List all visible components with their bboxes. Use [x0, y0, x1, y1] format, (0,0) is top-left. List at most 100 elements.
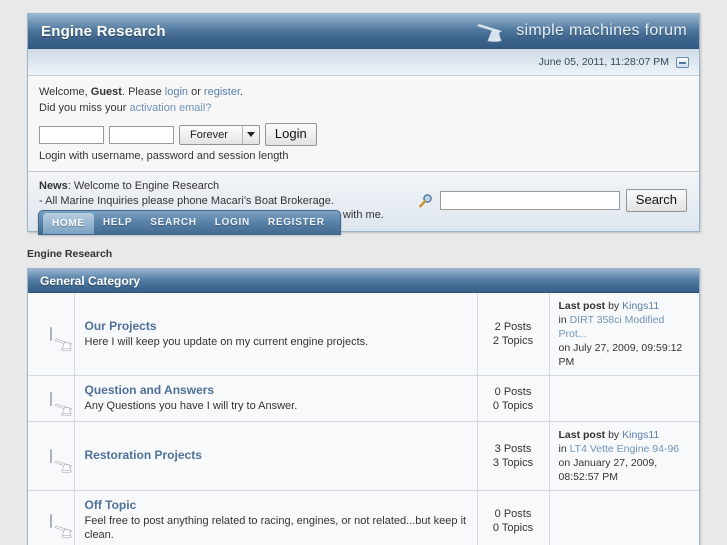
welcome-mid: . Please [121, 86, 165, 98]
board-icon[interactable] [49, 449, 73, 474]
register-link[interactable]: register [204, 86, 240, 98]
board-icon-cell [28, 375, 75, 422]
board-icon-cell [28, 421, 75, 491]
chevron-down-icon [241, 125, 259, 144]
login-form: Forever Login [39, 123, 688, 146]
table-row[interactable]: Question and Answers Any Questions you h… [28, 375, 699, 422]
nav-item-login[interactable]: LOGIN [206, 211, 259, 234]
title-bar: Engine Research simple machines forum [28, 14, 699, 49]
lastpost-by: by [605, 300, 623, 312]
lastpost-line-3: on January 27, 2009, 08:52:57 PM [558, 457, 658, 483]
lastpost-label: Last post [558, 429, 606, 441]
news-headline-text: : Welcome to Engine Research [67, 180, 220, 192]
lastpost-user-link[interactable]: Kings11 [622, 429, 659, 441]
board-stats-cell: 0 Posts 0 Topics [476, 490, 550, 545]
board-stats-cell: 2 Posts 2 Topics [476, 293, 550, 376]
login-hint: Login with username, password and sessio… [39, 150, 289, 162]
smf-logo-icon [475, 20, 509, 42]
board-icon-cell [28, 490, 75, 545]
board-info-cell: Off Topic Feel free to post anything rel… [74, 490, 477, 545]
board-name-link[interactable]: Restoration Projects [85, 448, 467, 462]
search-button[interactable]: Search [625, 189, 687, 213]
board-name-link[interactable]: Question and Answers [85, 383, 467, 397]
lastpost-by: by [605, 429, 623, 441]
login-button[interactable]: Login [264, 123, 317, 146]
nav-bar: HOME HELP SEARCH LOGIN REGISTER [38, 210, 341, 235]
board-lastpost-cell: Last post by Kings11 in DIRT 358ci Modif… [549, 293, 699, 376]
board-posts-count: 2 Posts [494, 321, 532, 333]
activation-email-link[interactable]: activation email? [129, 102, 211, 114]
board-topics-count: 3 Topics [492, 457, 534, 469]
page-root: Engine Research simple machines forum Ju… [0, 0, 727, 545]
login-panel: Welcome, Guest. Please login or register… [28, 76, 699, 172]
nav-item-search[interactable]: SEARCH [141, 211, 205, 234]
lastpost-line-1: Last post by Kings11 [559, 428, 692, 442]
lastpost-user-link[interactable]: Kings11 [622, 300, 659, 312]
board-description: Feel free to post anything related to ra… [84, 515, 467, 541]
collapse-icon[interactable] [676, 56, 689, 68]
board-lastpost-cell: Last post by Kings11 in LT4 Vette Engine… [549, 421, 699, 491]
board-posts-count: 3 Posts [494, 443, 532, 455]
welcome-prefix: Welcome, [39, 86, 91, 98]
lastpost-line-3: on July 27, 2009, 09:59:12 PM [558, 342, 683, 368]
nav-item-register[interactable]: REGISTER [259, 211, 334, 234]
category-title: General Category [40, 273, 141, 288]
magnifier-icon [418, 193, 434, 209]
table-row[interactable]: Restoration Projects 3 Posts 3 Topics La… [28, 421, 699, 491]
board-stats-cell: 0 Posts 0 Topics [476, 375, 550, 422]
lastpost-line-2: in DIRT 358ci Modified Prot... [559, 313, 692, 341]
login-link[interactable]: login [165, 86, 188, 98]
board-topics-count: 0 Topics [492, 521, 534, 534]
table-row[interactable]: Off Topic Feel free to post anything rel… [28, 490, 699, 545]
nav-item-help[interactable]: HELP [94, 211, 141, 234]
date-bar: June 05, 2011, 11:28:07 PM [28, 49, 699, 76]
lastpost-in: in [558, 314, 570, 326]
page-title: Engine Research [41, 22, 166, 40]
board-lastpost-cell [549, 490, 699, 545]
board-info-cell: Our Projects Here I will keep you update… [74, 293, 477, 376]
current-date: June 05, 2011, 11:28:07 PM [538, 56, 669, 68]
board-lastpost-cell [549, 375, 699, 422]
nav-item-home[interactable]: HOME [43, 213, 94, 234]
board-info-cell: Question and Answers Any Questions you h… [74, 375, 477, 422]
smf-logo-text: simple machines forum [516, 22, 687, 39]
search-area: Search [418, 189, 687, 213]
welcome-line: Welcome, Guest. Please login or register… [39, 84, 688, 100]
board-info-cell: Restoration Projects [74, 421, 477, 491]
period-text: . [240, 86, 244, 98]
lastpost-in: in [558, 443, 570, 455]
board-icon[interactable] [49, 391, 73, 416]
main-nav: HOME HELP SEARCH LOGIN REGISTER [38, 210, 341, 235]
board-stats-cell: 3 Posts 3 Topics [476, 421, 550, 491]
lastpost-label: Last post [558, 300, 606, 312]
or-text: or [188, 86, 204, 98]
board-topics-count: 0 Topics [492, 399, 534, 412]
category-header: General Category [28, 269, 699, 293]
lastpost-line-1: Last post by Kings11 [559, 299, 692, 313]
board-icon[interactable] [49, 327, 73, 352]
board-posts-count: 0 Posts [494, 385, 532, 398]
activation-line: Did you miss your activation email? [39, 100, 688, 116]
session-length-value: Forever [190, 128, 228, 141]
news-headline: News: Welcome to Engine Research [39, 179, 384, 194]
guest-name: Guest [90, 86, 122, 98]
board-icon-cell [28, 293, 75, 376]
board-name-link[interactable]: Off Topic [85, 498, 467, 512]
search-input[interactable] [439, 191, 620, 211]
header-frame: Engine Research simple machines forum Ju… [27, 13, 700, 232]
password-input[interactable] [109, 125, 174, 144]
breadcrumb: Engine Research [27, 248, 113, 260]
board-description: Here I will keep you update on my curren… [84, 335, 369, 348]
activation-prefix: Did you miss your [39, 102, 130, 114]
boards-table: Our Projects Here I will keep you update… [28, 293, 699, 545]
lastpost-line-2: in LT4 Vette Engine 94-96 [559, 442, 692, 456]
session-length-select[interactable]: Forever [179, 124, 260, 145]
news-line-2: - All Marine Inquiries please phone Maca… [39, 194, 334, 207]
table-row[interactable]: Our Projects Here I will keep you update… [28, 293, 699, 376]
board-icon[interactable] [49, 513, 73, 538]
board-name-link[interactable]: Our Projects [85, 319, 467, 333]
username-input[interactable] [39, 125, 104, 144]
lastpost-topic-link[interactable]: DIRT 358ci Modified Prot... [559, 314, 665, 340]
board-posts-count: 0 Posts [494, 507, 532, 520]
lastpost-topic-link[interactable]: LT4 Vette Engine 94-96 [570, 443, 680, 455]
